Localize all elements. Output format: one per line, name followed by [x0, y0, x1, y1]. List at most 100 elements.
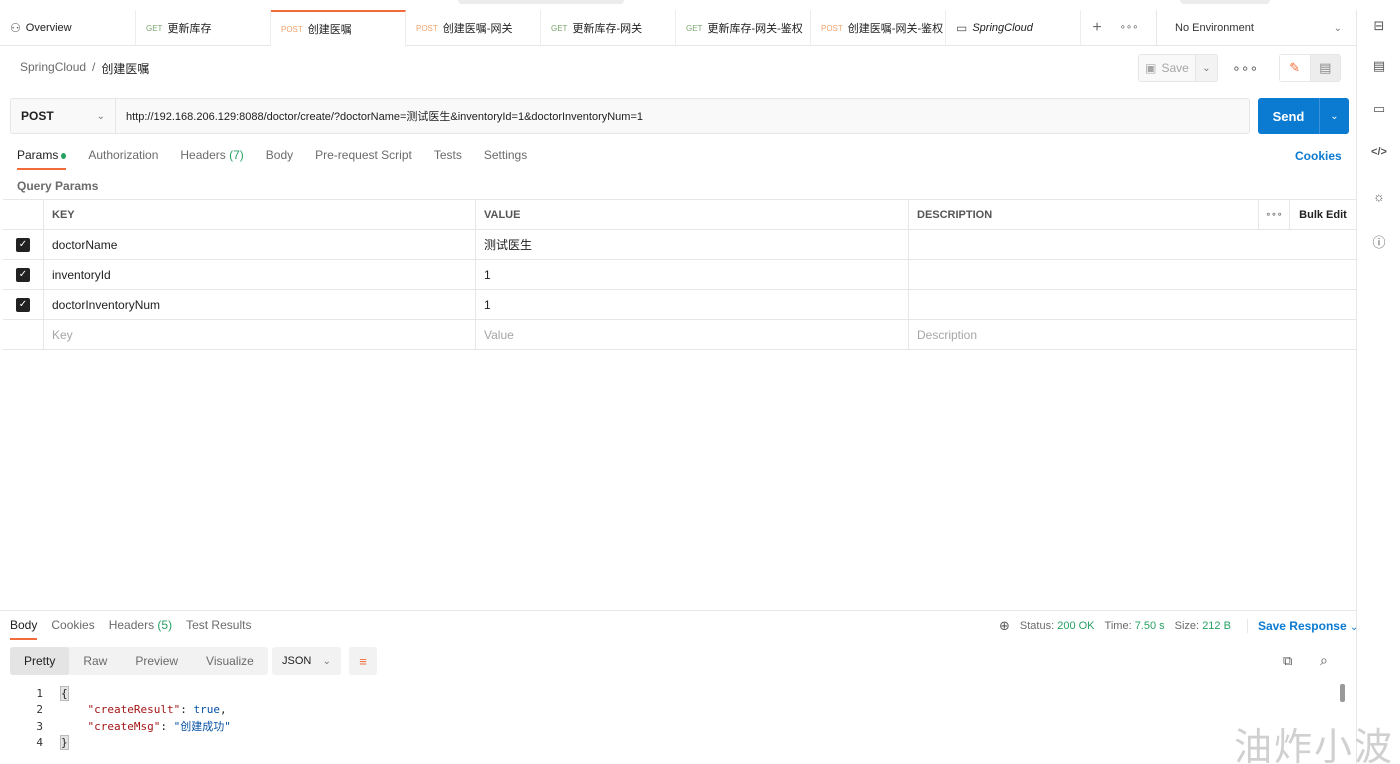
tab-headers-label: Headers: [180, 148, 226, 162]
tab-body[interactable]: Body: [266, 148, 293, 170]
tab-label: SpringCloud: [972, 22, 1033, 34]
table-row: ✓ inventoryId 1: [3, 260, 1356, 290]
format-preview[interactable]: Preview: [121, 647, 192, 675]
bulk-edit-button[interactable]: Bulk Edit: [1290, 200, 1356, 229]
chevron-down-icon: ⌄: [1330, 110, 1339, 122]
tab-prerequest-script[interactable]: Pre-request Script: [315, 148, 412, 170]
edit-icon[interactable]: ✎: [1280, 55, 1311, 81]
tab-overview[interactable]: ⚇ Overview: [0, 10, 136, 46]
new-key-input[interactable]: Key: [44, 320, 476, 349]
format-raw[interactable]: Raw: [69, 647, 121, 675]
param-key-input[interactable]: inventoryId: [44, 260, 476, 289]
api-icon[interactable]: ⊟: [1369, 18, 1389, 38]
param-description-input[interactable]: [909, 230, 1356, 259]
wrap-lines-icon[interactable]: ≡: [349, 647, 377, 675]
tab-response-cookies[interactable]: Cookies: [51, 618, 94, 640]
row-checkbox[interactable]: ✓: [16, 267, 30, 282]
url-bar: POST ⌄ http://192.168.206.129:8088/docto…: [10, 98, 1250, 134]
new-value-input[interactable]: Value: [476, 320, 909, 349]
comments-icon[interactable]: ▭: [1369, 101, 1389, 121]
documentation-icon[interactable]: ▤: [1369, 58, 1389, 78]
lightbulb-icon[interactable]: ☼: [1369, 189, 1389, 209]
tab-response-headers[interactable]: Headers (5): [109, 618, 172, 640]
tab-label: 更新库存-网关: [572, 23, 643, 35]
code-line: 3 "createMsg": "创建成功": [0, 718, 1340, 735]
copy-icon[interactable]: ⧉: [1283, 653, 1292, 669]
method-select[interactable]: POST ⌄: [11, 99, 116, 133]
tab-label: Overview: [25, 22, 72, 34]
more-tabs-icon[interactable]: ∘∘∘: [1113, 22, 1145, 33]
breadcrumb: SpringCloud / 创建医嘱: [20, 60, 149, 77]
tab-request[interactable]: POST 创建医嘱-网关: [406, 10, 541, 46]
param-key-input[interactable]: doctorInventoryNum: [44, 290, 476, 319]
row-checkbox[interactable]: ✓: [16, 237, 30, 252]
tab-request-active[interactable]: POST 创建医嘱: [271, 10, 406, 46]
send-button[interactable]: Send: [1258, 98, 1320, 134]
column-header-value: VALUE: [476, 200, 909, 229]
param-value-input[interactable]: 测试医生: [476, 230, 909, 259]
response-divider[interactable]: [0, 610, 1356, 611]
param-key-input[interactable]: doctorName: [44, 230, 476, 259]
code-line: 1 {: [0, 685, 1340, 702]
save-response-button[interactable]: Save Response ⌄: [1246, 619, 1359, 633]
tab-settings[interactable]: Settings: [484, 148, 527, 170]
table-row: ✓ doctorName 测试医生: [3, 230, 1356, 260]
add-tab-icon[interactable]: +: [1081, 19, 1113, 37]
tab-authorization[interactable]: Authorization: [88, 148, 158, 170]
format-visualize[interactable]: Visualize: [192, 647, 268, 675]
line-number: 3: [36, 719, 43, 733]
tab-collection[interactable]: ▭ SpringCloud: [946, 10, 1081, 46]
url-input[interactable]: http://192.168.206.129:8088/doctor/creat…: [116, 99, 1249, 133]
save-response-label: Save Response: [1257, 619, 1347, 633]
format-pretty[interactable]: Pretty: [10, 647, 70, 675]
tab-test-results[interactable]: Test Results: [186, 618, 251, 640]
tab-response-body[interactable]: Body: [10, 618, 38, 640]
language-select[interactable]: JSON ⌄: [272, 647, 341, 675]
cookies-link[interactable]: Cookies: [1295, 149, 1342, 163]
tab-tests[interactable]: Tests: [434, 148, 462, 170]
save-options-button[interactable]: ⌄: [1196, 54, 1218, 82]
more-actions-icon[interactable]: ∘∘∘: [1232, 60, 1258, 77]
info-icon[interactable]: ⓘ: [1369, 232, 1389, 252]
search-icon[interactable]: ⌕: [1320, 652, 1328, 669]
code-icon[interactable]: </>: [1369, 146, 1389, 166]
param-value-input[interactable]: 1: [476, 290, 909, 319]
size-info[interactable]: Size: 212 B: [1175, 620, 1231, 632]
comment-view-icon[interactable]: ▤: [1310, 55, 1340, 81]
postman-window: ⚇ Overview GET 更新库存 POST 创建医嘱 POST 创建医嘱-…: [0, 0, 1400, 764]
breadcrumb-collection[interactable]: SpringCloud: [20, 60, 86, 77]
breadcrumb-current[interactable]: 创建医嘱: [101, 60, 149, 77]
overview-icon: ⚇: [10, 21, 21, 35]
time-info[interactable]: Time: 7.50 s: [1105, 620, 1165, 632]
row-check-cell: ✓: [3, 260, 44, 289]
tab-request[interactable]: POST 创建医嘱-网关-鉴权: [811, 10, 946, 46]
tab-headers[interactable]: Headers (7): [180, 148, 243, 170]
tab-request[interactable]: GET 更新库存-网关: [541, 10, 676, 46]
tab-params[interactable]: Params: [17, 148, 67, 170]
new-description-input[interactable]: Description: [909, 320, 1356, 349]
param-value-input[interactable]: 1: [476, 260, 909, 289]
json-brace: {: [60, 685, 69, 701]
row-checkbox[interactable]: ✓: [16, 297, 30, 312]
scrollbar-thumb[interactable]: [1340, 684, 1345, 702]
send-options-button[interactable]: ⌄: [1320, 98, 1349, 134]
param-description-input[interactable]: [909, 290, 1356, 319]
collection-icon: ▭: [956, 21, 968, 35]
tab-request[interactable]: GET 更新库存-网关-鉴权: [676, 10, 811, 46]
tab-response-headers-label: Headers: [108, 618, 155, 632]
save-button[interactable]: ▣ Save: [1138, 54, 1196, 82]
code-text: "createMsg": "创建成功": [87, 720, 231, 734]
column-options-icon[interactable]: ∘∘∘: [1258, 200, 1290, 229]
param-description-input[interactable]: [909, 260, 1356, 289]
globe-icon[interactable]: ⊕: [999, 618, 1010, 634]
chevron-down-icon: ⌄: [1350, 622, 1359, 633]
right-sidebar: ⊟ ▤ ▭ </> ☼ ⓘ: [1356, 10, 1400, 764]
status-info[interactable]: Status: 200 OK: [1020, 620, 1095, 632]
tab-label: 创建医嘱-网关-鉴权: [847, 23, 944, 35]
tab-request[interactable]: GET 更新库存: [136, 10, 271, 46]
row-check-cell: ✓: [3, 290, 44, 319]
json-brace: }: [60, 735, 69, 751]
tab-method: GET: [551, 23, 568, 33]
response-headers-count: (5): [157, 618, 173, 632]
environment-selector[interactable]: No Environment ⌄: [1156, 10, 1356, 46]
